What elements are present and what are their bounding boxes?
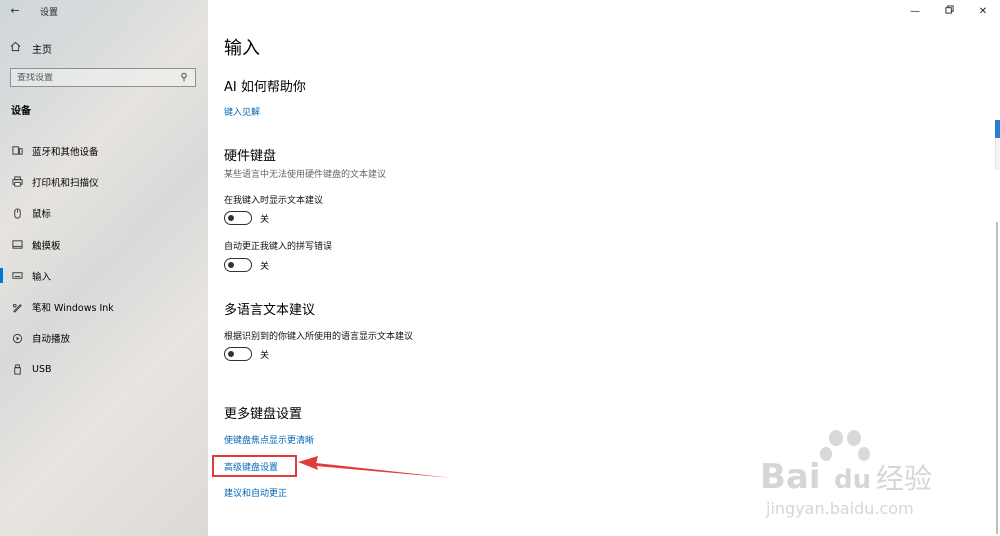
back-button[interactable]: ←: [6, 3, 24, 19]
sidebar-item-mouse[interactable]: 鼠标: [0, 198, 208, 229]
autocorrect-toggle[interactable]: [224, 258, 252, 272]
toggle-knob: [228, 261, 234, 268]
multilingual-heading: 多语言文本建议: [224, 303, 316, 318]
restore-button[interactable]: [932, 0, 966, 22]
text-suggestions-toggle[interactable]: [224, 211, 252, 225]
paw-icon: [820, 430, 870, 461]
search-input[interactable]: [17, 72, 177, 83]
sidebar-home-label: 主页: [32, 44, 52, 56]
sidebar-item-usb[interactable]: USB: [0, 354, 208, 385]
sidebar-item-label: 输入: [32, 271, 52, 283]
sidebar-item-label: 触摸板: [32, 240, 61, 252]
watermark-cn: 经验: [876, 462, 932, 495]
pen-icon: [10, 302, 24, 313]
usb-icon: [10, 364, 24, 375]
sidebar-item-autoplay[interactable]: 自动播放: [0, 323, 208, 354]
sidebar-item-bluetooth[interactable]: 蓝牙和其他设备: [0, 135, 208, 166]
hardware-keyboard-description: 某些语言中无法使用硬件键盘的文本建议: [224, 170, 387, 180]
toggle-knob: [228, 214, 234, 221]
autocorrect-label: 自动更正我键入的拼写错误: [224, 242, 333, 252]
annotation-highlight-box: [212, 455, 297, 477]
annotation-arrow-head: [298, 456, 318, 470]
text-suggestions-toggle-row: 关: [224, 211, 269, 225]
touchpad-icon: [10, 239, 24, 250]
sidebar-item-label: 笔和 Windows Ink: [32, 303, 114, 315]
sidebar-item-label: USB: [32, 364, 52, 376]
window-controls: — ✕: [898, 0, 1000, 22]
watermark-brand: Bai: [760, 457, 821, 497]
close-icon: ✕: [978, 5, 988, 17]
sidebar-item-label: 打印机和扫描仪: [32, 177, 99, 189]
multilingual-toggle[interactable]: [224, 347, 252, 361]
watermark-brand2: du: [834, 465, 871, 495]
annotation-arrow: [298, 456, 452, 478]
mouse-icon: [10, 208, 24, 219]
minimize-button[interactable]: —: [898, 0, 932, 22]
printer-icon: [10, 176, 24, 187]
page-title: 输入: [224, 38, 260, 59]
autoplay-icon: [10, 333, 24, 344]
autocorrect-toggle-row: 关: [224, 258, 269, 272]
sidebar-item-home[interactable]: 主页: [8, 38, 52, 58]
titlebar: ← 设置: [0, 0, 208, 22]
scrollbar-thumb[interactable]: [996, 222, 998, 534]
keyboard-focus-link[interactable]: 使键盘焦点显示更清晰: [224, 433, 314, 446]
sidebar-item-pen[interactable]: 笔和 Windows Ink: [0, 291, 208, 322]
edge-tab: [995, 120, 1000, 138]
watermark-url: jingyan.baidu.com: [765, 499, 914, 518]
toggle-state: 关: [260, 350, 270, 361]
toggle-state: 关: [260, 214, 270, 225]
close-button[interactable]: ✕: [966, 0, 1000, 22]
sidebar-item-typing[interactable]: 输入: [0, 260, 208, 291]
restore-icon: [944, 5, 954, 17]
home-icon: [8, 41, 22, 55]
toggle-knob: [228, 350, 234, 357]
sidebar: ← 设置 主页 ⚲ 设备 蓝牙和其他设备 打印机和扫描仪: [0, 0, 208, 536]
suggestions-autocorrect-link[interactable]: 建议和自动更正: [224, 486, 287, 499]
search-box[interactable]: ⚲: [10, 68, 196, 87]
hardware-keyboard-heading: 硬件键盘: [224, 149, 277, 164]
typing-insights-link[interactable]: 键入见解: [224, 105, 260, 118]
sidebar-nav: 蓝牙和其他设备 打印机和扫描仪 鼠标 触摸板 输入 笔和 Windows Ink…: [0, 135, 208, 385]
keyboard-icon: [10, 270, 24, 281]
multilingual-toggle-row: 关: [224, 347, 269, 361]
section-label: 设备: [11, 106, 31, 117]
sidebar-item-printers[interactable]: 打印机和扫描仪: [0, 166, 208, 197]
sidebar-item-label: 自动播放: [32, 334, 71, 346]
more-keyboard-heading: 更多键盘设置: [224, 407, 303, 422]
baidu-watermark: Bai du 经验 jingyan.baidu.com: [760, 430, 932, 518]
sidebar-item-label: 鼠标: [32, 209, 52, 221]
bluetooth-devices-icon: [10, 145, 24, 156]
minimize-icon: —: [910, 5, 920, 17]
toggle-state: 关: [260, 261, 270, 272]
arrow-left-icon: ←: [10, 4, 20, 17]
ai-section-heading: AI 如何帮助你: [224, 80, 306, 95]
edge-tab-panel: [995, 138, 1000, 170]
app-title: 设置: [40, 8, 59, 18]
annotation-arrow-shaft: [316, 463, 452, 478]
search-icon[interactable]: ⚲: [177, 72, 191, 83]
sidebar-item-touchpad[interactable]: 触摸板: [0, 229, 208, 260]
multilingual-label: 根据识别到的你键入所使用的语言显示文本建议: [224, 332, 414, 342]
sidebar-item-label: 蓝牙和其他设备: [32, 146, 99, 158]
text-suggestions-label: 在我键入时显示文本建议: [224, 196, 324, 206]
